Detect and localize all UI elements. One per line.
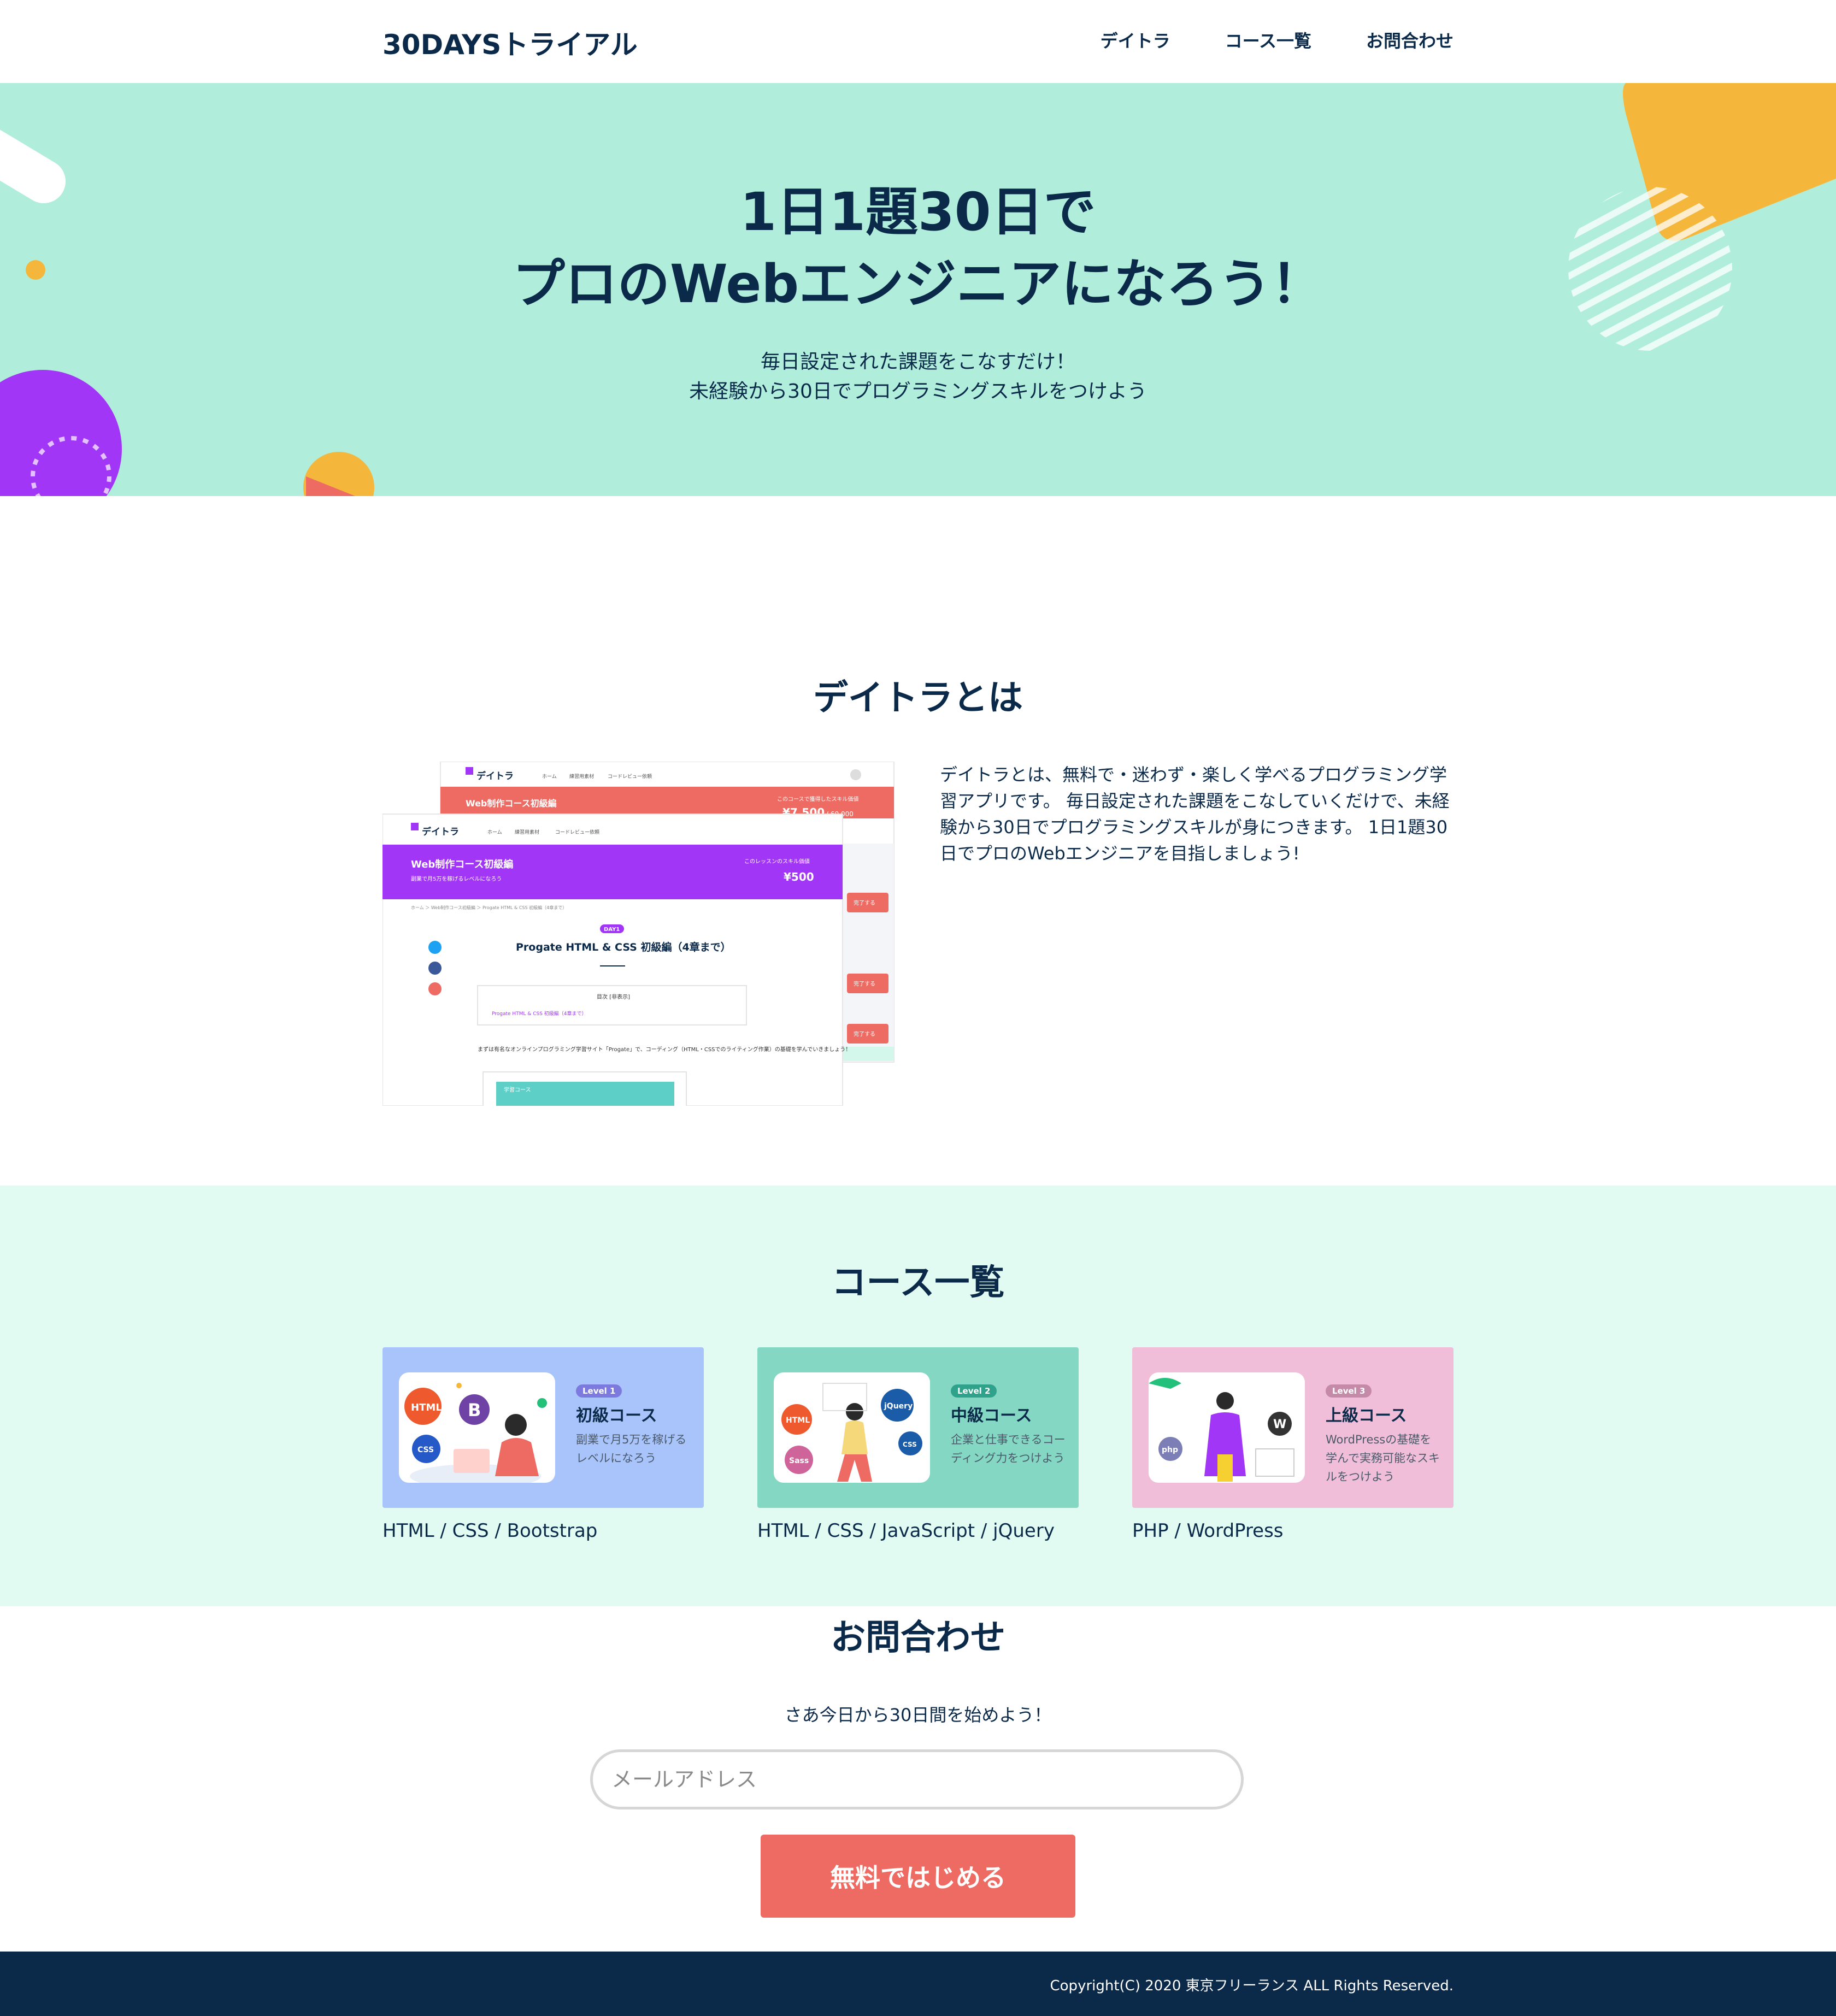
course-card-advanced[interactable]: W php Level 3 上級コース WordPressの基礎を学んで実務可能… xyxy=(1132,1347,1453,1542)
hero-subtitle-line1: 毎日設定された課題をこなすだけ！ xyxy=(760,351,1075,373)
course-level-badge: Level 1 xyxy=(576,1384,622,1398)
svg-text:完了する: 完了する xyxy=(854,980,875,987)
front-toc-label: 目次 [非表示] xyxy=(597,993,630,1000)
contact-title: お問合わせ xyxy=(831,1618,1005,1658)
front-course-banner xyxy=(382,845,843,899)
course-illustration: W php xyxy=(1149,1372,1305,1483)
course-description: WordPressの基礎を学んで実務可能なスキルをつけよう xyxy=(1326,1433,1440,1483)
front-price: ¥500 xyxy=(784,870,814,883)
course-name: 中級コース xyxy=(951,1406,1032,1425)
front-mini-card xyxy=(496,1082,674,1110)
svg-text:HTML: HTML xyxy=(411,1402,442,1413)
email-input[interactable] xyxy=(590,1749,1244,1809)
courses-title: コース一覧 xyxy=(831,1263,1005,1303)
front-day-badge: DAY1 xyxy=(604,927,620,933)
site-logo[interactable]: 30DAYSトライアル xyxy=(382,23,638,62)
about-title: デイトラとは xyxy=(813,678,1023,718)
course-description: 企業と仕事できるコーディング力をつけよう xyxy=(951,1433,1066,1465)
person-head-shape xyxy=(505,1414,527,1436)
twitter-share-icon xyxy=(428,941,442,954)
svg-text:W: W xyxy=(1273,1418,1286,1431)
front-mini-label: 学習コース xyxy=(504,1086,531,1093)
back-brand: デイトラ xyxy=(476,770,514,782)
course-tech-stack: PHP / WordPress xyxy=(1132,1520,1284,1542)
person-body-shape xyxy=(495,1438,539,1476)
front-brand: デイトラ xyxy=(422,826,459,838)
svg-text:B: B xyxy=(468,1400,481,1420)
about-description: デイトラとは、無料で・迷わず・楽しく学べるプログラミング学習アプリです。 毎日設… xyxy=(940,764,1450,864)
course-card-visual[interactable]: HTML jQuery CSS Sass Level 2 中級コース 企業と仕事… xyxy=(757,1347,1079,1508)
svg-text:HTML: HTML xyxy=(786,1416,810,1425)
front-nav-material: 練習用素材 xyxy=(515,829,539,835)
front-nav-review: コードレビュー依頼 xyxy=(555,829,599,835)
link-share-icon xyxy=(428,982,442,995)
svg-text:jQuery: jQuery xyxy=(884,1402,913,1411)
hero-subtitle: 毎日設定された課題をこなすだけ！ 未経験から30日でプログラミングスキルをつけよ… xyxy=(0,347,1836,406)
front-course-title: Web制作コース初級編 xyxy=(411,858,513,870)
copyright-text: Copyright(C) 2020 東京フリーランス ALL Rights Re… xyxy=(1050,1978,1454,1994)
svg-text:Sass: Sass xyxy=(789,1457,809,1465)
hero-title-line1: 1日1題30日で xyxy=(740,181,1096,243)
front-toc-box xyxy=(477,985,747,1025)
front-breadcrumb: ホーム ＞ Web制作コース初級編 ＞ Progate HTML & CSS 初… xyxy=(411,905,567,910)
front-nav-home: ホーム xyxy=(487,829,502,835)
person-head-shape xyxy=(846,1403,863,1420)
laptop-shape xyxy=(454,1449,490,1473)
course-card-visual[interactable]: HTML B CSS Level 1 初級コース 副業で月5万を稼げるレベルにな… xyxy=(382,1347,704,1508)
front-course-sub: 副業で月5万を稼げるレベルになろう xyxy=(411,875,502,882)
app-screenshot: デイトラ ホーム 練習用素材 コードレビュー依頼 Web制作コース初級編 このコ… xyxy=(382,761,896,1111)
svg-text:CSS: CSS xyxy=(417,1446,434,1454)
back-avatar-icon xyxy=(850,769,861,780)
course-level-badge: Level 3 xyxy=(1326,1384,1372,1398)
front-skill-label: このレッスンのスキル価値 xyxy=(744,858,810,865)
svg-text:完了する: 完了する xyxy=(854,1030,875,1038)
nav-link-contact[interactable]: お問合わせ xyxy=(1366,27,1453,52)
svg-text:php: php xyxy=(1162,1446,1178,1454)
course-card-beginner[interactable]: HTML B CSS Level 1 初級コース 副業で月5万を稼げるレベルにな… xyxy=(382,1347,704,1542)
course-card-visual[interactable]: W php Level 3 上級コース WordPressの基礎を学んで実務可能… xyxy=(1132,1347,1453,1508)
course-illustration: HTML B CSS xyxy=(399,1372,555,1483)
front-lesson-title: Progate HTML & CSS 初級編（4章まで） xyxy=(516,941,731,953)
course-card-intermediate[interactable]: HTML jQuery CSS Sass Level 2 中級コース 企業と仕事… xyxy=(757,1347,1079,1542)
hero-title: 1日1題30日で プロのWebエンジニアになろう！ xyxy=(0,176,1836,320)
nav-link-daytora[interactable]: デイトラ xyxy=(1101,27,1170,52)
back-nav-material: 練習用素材 xyxy=(569,773,594,780)
svg-text:完了する: 完了する xyxy=(854,899,875,906)
site-footer: Copyright(C) 2020 東京フリーランス ALL Rights Re… xyxy=(0,1952,1836,2016)
nav-link-courses[interactable]: コース一覧 xyxy=(1225,27,1311,52)
facebook-share-icon xyxy=(428,962,442,975)
front-toc-item: Progate HTML & CSS 初級編（4章まで） xyxy=(492,1010,587,1017)
contact-lead: さあ今日から30日間を始めよう！ xyxy=(784,1705,1052,1725)
course-name: 上級コース xyxy=(1326,1406,1407,1425)
site-header: 30DAYSトライアル デイトラ コース一覧 お問合わせ xyxy=(0,0,1836,83)
back-skill-label: このコースで獲得したスキル価値 xyxy=(777,795,859,803)
back-nav-home: ホーム xyxy=(542,774,557,780)
person-head-shape xyxy=(1216,1392,1234,1410)
back-nav-review: コードレビュー依頼 xyxy=(608,773,652,780)
course-tech-stack: HTML / CSS / JavaScript / jQuery xyxy=(757,1520,1055,1542)
hero-subtitle-line2: 未経験から30日でプログラミングスキルをつけよう xyxy=(689,380,1147,403)
front-window: デイトラ ホーム 練習用素材 コードレビュー依頼 Web制作コース初級編 副業で… xyxy=(382,814,851,1111)
course-name: 初級コース xyxy=(576,1406,657,1425)
course-tech-stack: HTML / CSS / Bootstrap xyxy=(382,1520,598,1542)
person-body-shape xyxy=(841,1420,868,1454)
hero-title-line2: プロのWebエンジニアになろう！ xyxy=(512,254,1324,315)
svg-text:CSS: CSS xyxy=(903,1441,917,1448)
back-course-title: Web制作コース初級編 xyxy=(466,798,557,809)
course-level-badge: Level 2 xyxy=(951,1384,997,1398)
front-body-text: まずは有名なオンラインプログラミング学習サイト「Progate」で、コーディング… xyxy=(478,1046,851,1053)
start-free-button[interactable]: 無料ではじめる xyxy=(761,1835,1075,1918)
main-nav: デイトラ コース一覧 お問合わせ xyxy=(1101,27,1453,52)
course-description: 副業で月5万を稼げるレベルになろう xyxy=(576,1433,687,1465)
course-illustration: HTML jQuery CSS Sass xyxy=(774,1372,930,1483)
hero-section: 1日1題30日で プロのWebエンジニアになろう！ 毎日設定された課題をこなすだ… xyxy=(0,83,1836,496)
